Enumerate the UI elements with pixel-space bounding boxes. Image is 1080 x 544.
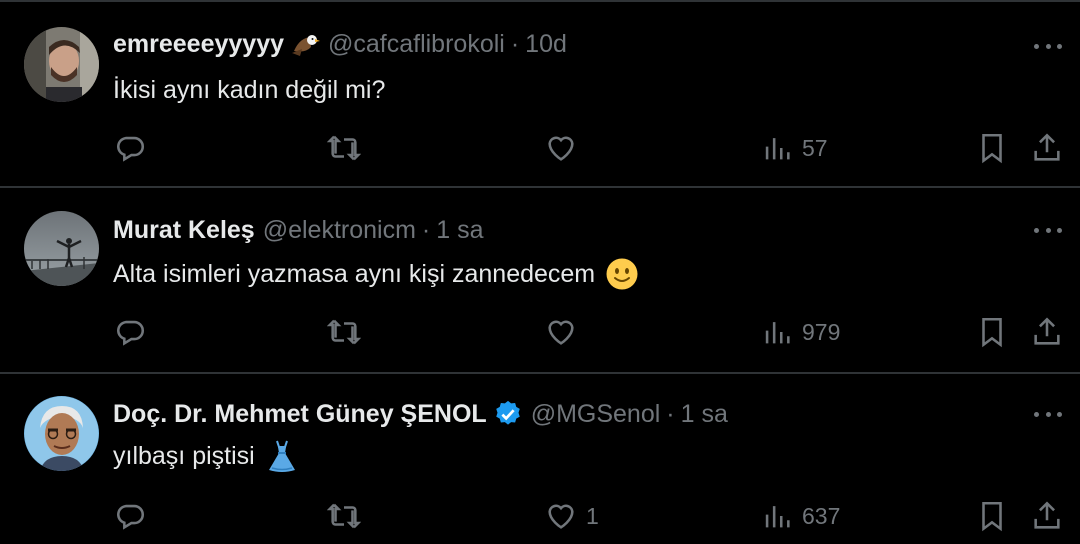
heart-icon [548,320,574,345]
avatar[interactable] [24,396,99,471]
reply-button[interactable] [113,130,147,166]
tweet-header: Doç. Dr. Mehmet Güney ŞENOL @MGSenol · 1… [113,396,728,432]
more-dot-icon [1034,411,1039,417]
tweet-text-content: yılbaşı piştisi [113,441,255,470]
tweet-text-content: İkisi aynı kadın değil mi? [113,75,386,104]
like-button[interactable]: 1 [544,498,599,534]
views-button[interactable]: 979 [760,314,840,350]
heart-icon [548,504,574,529]
display-name[interactable]: Doç. Dr. Mehmet Güney ŞENOL [113,400,487,429]
views-count: 637 [802,502,841,529]
bookmark-icon [982,317,1002,348]
views-count: 979 [802,318,841,345]
views-icon [765,322,790,344]
like-button[interactable] [544,130,586,166]
like-count: 1 [586,502,599,529]
timestamp[interactable]: 1 sa [436,216,483,245]
display-name[interactable]: Murat Keleş [113,216,255,245]
bookmark-button[interactable] [975,130,1009,166]
slightly-smiling-face-icon [605,257,639,291]
handle[interactable]: @elektronicm [263,216,416,245]
views-icon [765,506,790,528]
tweet-text: yılbaşı piştisi [113,438,299,474]
reply-icon [117,504,144,530]
tweet[interactable]: Doç. Dr. Mehmet Güney ŞENOL @MGSenol · 1… [0,374,1080,544]
views-count: 57 [802,134,828,161]
separator-dot: · [421,215,431,244]
more-dot-icon [1057,43,1062,49]
repost-button[interactable] [327,498,361,534]
timestamp[interactable]: 10d [525,30,567,59]
display-name[interactable]: emreeeeyyyyy [113,30,284,59]
more-dot-icon [1045,43,1051,49]
more-options-button[interactable] [1030,34,1066,58]
reply-icon [117,320,144,346]
tweet[interactable]: Murat Keleş @elektronicm · 1 sa Alta isi… [0,188,1080,374]
share-button[interactable] [1030,498,1064,534]
bookmark-icon [982,501,1002,532]
repost-button[interactable] [327,314,361,350]
bookmark-button[interactable] [975,498,1009,534]
more-dot-icon [1057,411,1062,417]
share-button[interactable] [1030,130,1064,166]
more-dot-icon [1057,227,1062,233]
reply-button[interactable] [113,498,147,534]
views-icon [765,138,790,160]
dress-icon [265,439,299,473]
more-dot-icon [1045,411,1051,417]
more-options-button[interactable] [1030,218,1066,242]
reply-button[interactable] [113,314,147,350]
views-button[interactable]: 57 [760,130,828,166]
tweet-header: emreeeeyyyyy @cafcaflibrokoli · 10d [113,26,567,62]
more-dot-icon [1034,227,1039,233]
reply-icon [117,136,144,162]
share-icon [1034,501,1060,529]
verified-badge-icon [493,399,523,429]
handle[interactable]: @MGSenol [531,400,661,429]
tweet-text: Alta isimleri yazmasa aynı kişi zannedec… [113,256,639,292]
separator-dot: · [510,29,520,58]
tweet[interactable]: emreeeeyyyyy @cafcaflibrokoli · 10d İkis… [0,4,1080,188]
tweet-text: İkisi aynı kadın değil mi? [113,72,385,108]
share-button[interactable] [1030,314,1064,350]
more-dot-icon [1034,43,1039,49]
separator-dot: · [666,399,675,428]
tweet-text-content: Alta isimleri yazmasa aynı kişi zannedec… [113,259,596,288]
bookmark-icon [982,133,1002,164]
avatar[interactable] [24,27,99,102]
more-dot-icon [1045,227,1051,233]
repost-icon [327,135,361,161]
handle[interactable]: @cafcaflibrokoli [328,30,505,59]
bookmark-button[interactable] [975,314,1009,350]
repost-button[interactable] [327,130,361,166]
more-options-button[interactable] [1030,402,1066,426]
timestamp[interactable]: 1 sa [681,400,728,429]
avatar[interactable] [24,211,99,286]
tweet-header: Murat Keleş @elektronicm · 1 sa [113,212,484,248]
repost-icon [327,503,361,529]
like-button[interactable] [544,314,586,350]
eagle-icon [290,29,320,59]
heart-icon [548,136,574,161]
repost-icon [327,319,361,345]
share-icon [1034,317,1060,345]
views-button[interactable]: 637 [760,498,840,534]
share-icon [1034,133,1060,161]
